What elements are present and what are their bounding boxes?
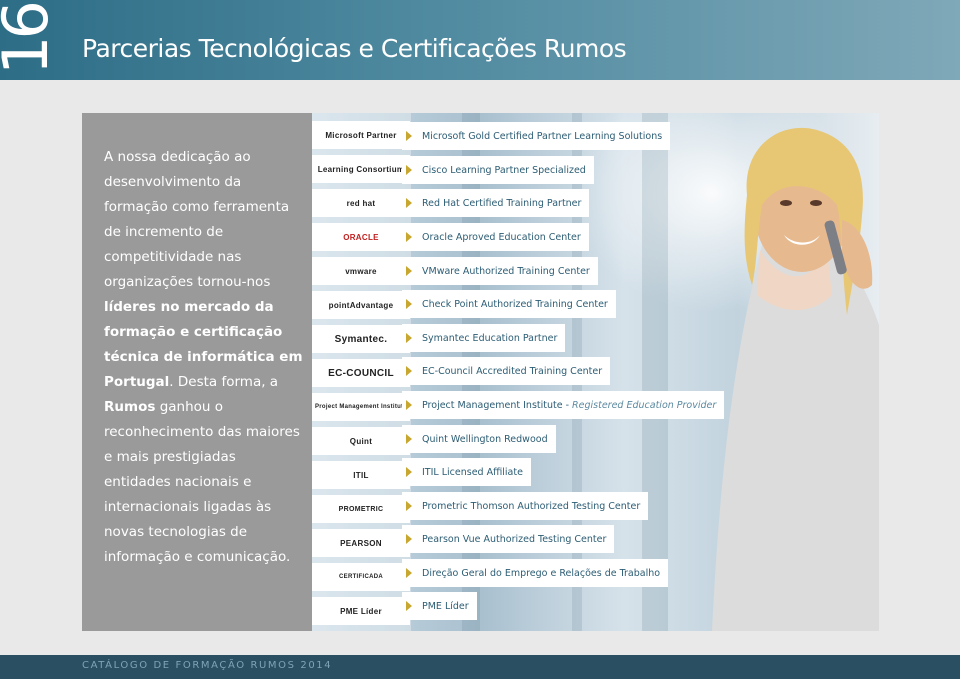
intro-sidebar: A nossa dedicação ao desenvolvimento da … [82, 113, 312, 631]
partner-item: EC-Council Accredited Training Center [402, 357, 611, 385]
woman-on-phone-illustration [712, 127, 879, 631]
vmware-logo: vmware [312, 257, 410, 285]
arrow-icon [406, 568, 412, 578]
checkpoint-logo: pointAdvantage [312, 291, 410, 319]
redhat-logo: red hat [312, 189, 410, 217]
partner-item: Prometric Thomson Authorized Testing Cen… [402, 492, 649, 520]
pmi-logo: Project Management Institute [312, 393, 410, 421]
ec-council-logo: EC-COUNCIL [312, 359, 410, 387]
partner-item: VMware Authorized Training Center [402, 257, 598, 285]
quint-logo: Quint [312, 427, 410, 455]
partner-item: Symantec Education Partner [402, 324, 566, 352]
prometric-logo: PROMETRIC [312, 495, 410, 523]
oracle-logo: ORACLE [312, 223, 410, 251]
partner-item: Red Hat Certified Training Partner [402, 189, 590, 217]
page-footer: CATÁLOGO DE FORMAÇÃO RUMOS 2014 [0, 655, 960, 679]
partner-item: Oracle Aproved Education Center [402, 223, 589, 251]
cisco-logo: Learning Consortium [312, 155, 410, 183]
arrow-icon [406, 299, 412, 309]
arrow-icon [406, 366, 412, 376]
partner-item: Project Management Institute - Registere… [402, 391, 725, 419]
partner-item: Pearson Vue Authorized Testing Center [402, 525, 615, 553]
arrow-icon [406, 601, 412, 611]
arrow-icon [406, 534, 412, 544]
arrow-icon [406, 434, 412, 444]
page-title: Parcerias Tecnológicas e Certificações R… [82, 34, 627, 63]
pearson-logo: PEARSON [312, 529, 410, 557]
partner-item: Check Point Authorized Training Center [402, 290, 616, 318]
arrow-icon [406, 400, 412, 410]
symantec-logo: Symantec. [312, 325, 410, 353]
background-column [642, 113, 668, 631]
page-number: 16 [0, 4, 62, 75]
microsoft-partner-logo: Microsoft Partner [312, 121, 410, 149]
arrow-icon [406, 266, 412, 276]
footer-text: CATÁLOGO DE FORMAÇÃO RUMOS 2014 [82, 660, 333, 671]
pme-lider-logo: PME Líder [312, 597, 410, 625]
partner-item: PME Líder [402, 592, 477, 620]
partner-item: Microsoft Gold Certified Partner Learnin… [402, 122, 671, 150]
dgert-logo: CERTIFICADA [312, 563, 410, 591]
partner-item: Cisco Learning Partner Specialized [402, 156, 594, 184]
partner-item: Quint Wellington Redwood [402, 425, 556, 453]
partner-item: Direção Geral do Emprego e Relações de T… [402, 559, 669, 587]
arrow-icon [406, 131, 412, 141]
arrow-icon [406, 198, 412, 208]
arrow-icon [406, 333, 412, 343]
arrow-icon [406, 467, 412, 477]
arrow-icon [406, 232, 412, 242]
intro-text: A nossa dedicação ao desenvolvimento da … [104, 149, 303, 565]
page-header: 16 Parcerias Tecnológicas e Certificaçõe… [0, 0, 960, 80]
itil-logo: ITIL [312, 461, 410, 489]
partner-item: ITIL Licensed Affiliate [402, 458, 531, 486]
arrow-icon [406, 165, 412, 175]
arrow-icon [406, 501, 412, 511]
